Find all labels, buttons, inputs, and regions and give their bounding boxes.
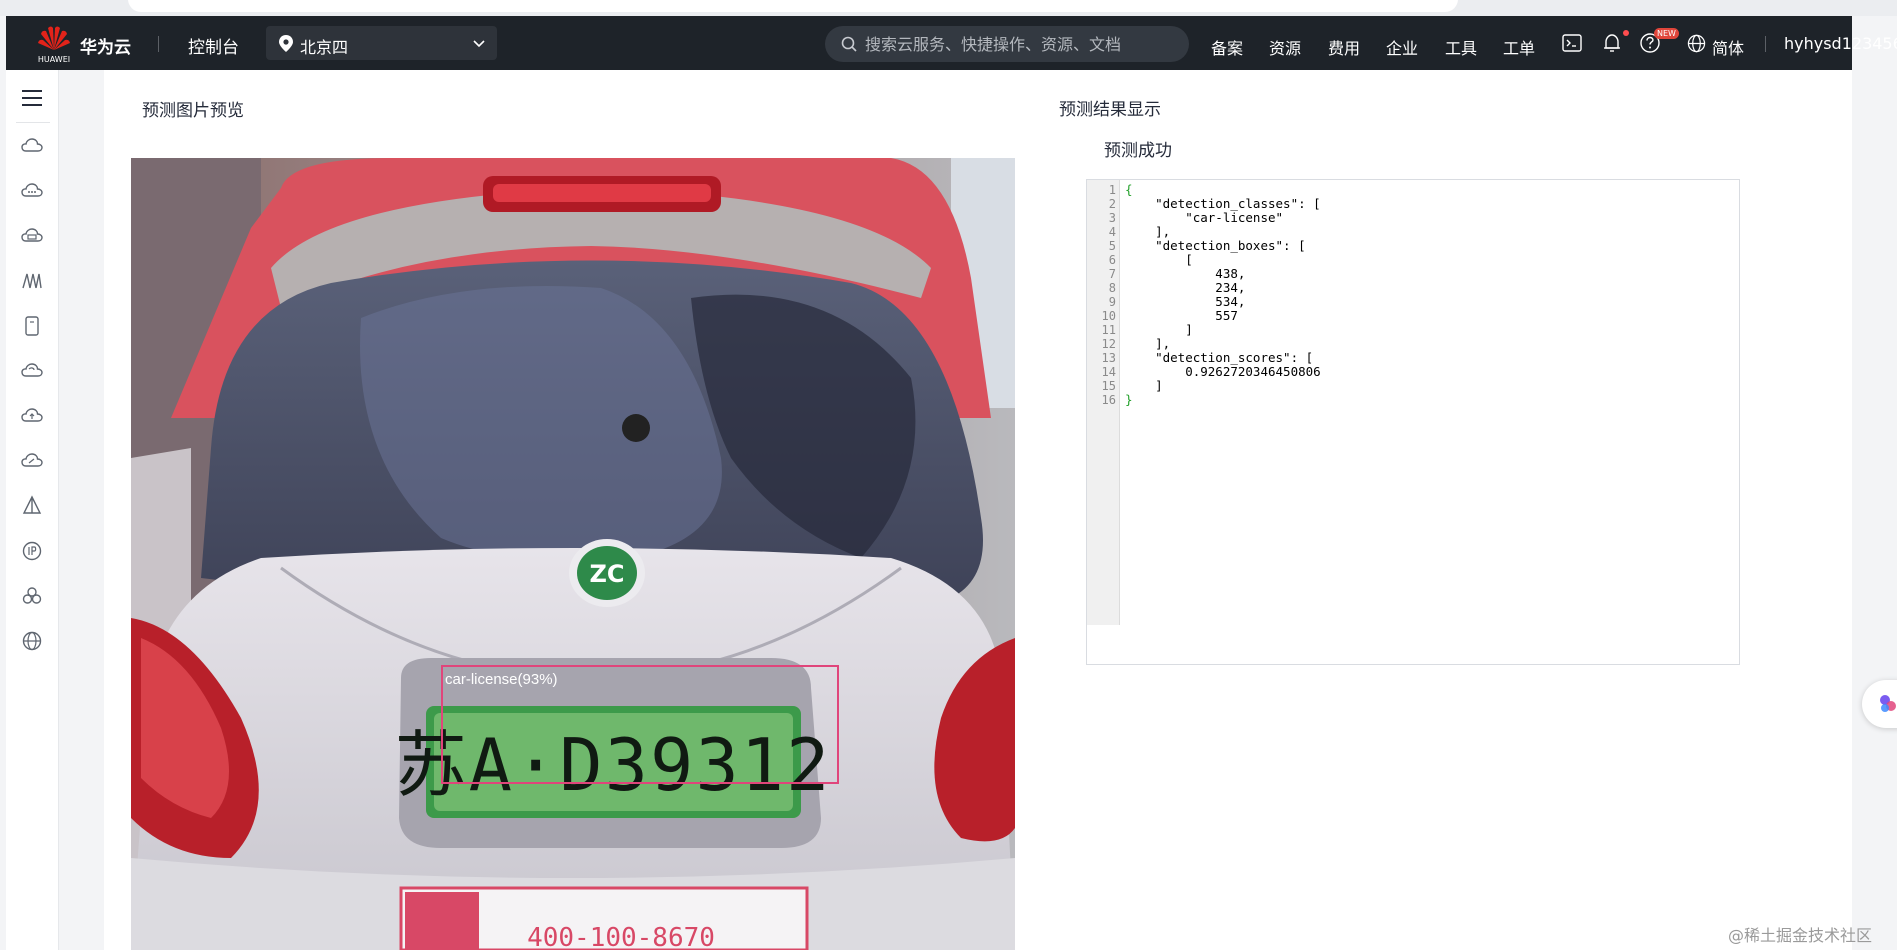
assistant-icon [1880,695,1896,712]
line-number: 4 [1108,225,1116,239]
line-number-gutter: 1 2 3 4 5 6 7 8 9 10 11 12 13 14 15 16 [1087,180,1120,625]
code-line: } [1125,392,1133,407]
nav-divider [158,36,159,52]
huawei-logo[interactable]: HUAWEI [30,24,78,64]
line-number: 12 [1101,337,1116,351]
search-input[interactable] [865,26,1175,62]
line-number: 5 [1108,239,1116,253]
line-number: 2 [1108,197,1116,211]
sidebar-divider [16,122,50,123]
logo-text: HUAWEI [37,55,71,64]
detection-label: car-license(93%) [445,671,558,688]
terminal-icon[interactable] [1561,32,1583,54]
prediction-image: ZC 苏A·D39312 400-100-8670 car-license(93… [131,158,1015,950]
new-badge: NEW [1654,28,1679,39]
code-line: "car-license" [1125,210,1284,225]
huawei-flower-icon [38,26,70,50]
line-number: 9 [1108,295,1116,309]
top-navigation-bar: HUAWEI 华为云 控制台 北京四 备案 资源 费用 企业 工具 工单 [6,16,1897,70]
notification-dot [1623,30,1629,36]
nav-link-tools[interactable]: 工具 [1445,35,1477,59]
menu-icon[interactable] [20,88,44,108]
globe-network-icon[interactable] [20,629,44,653]
hotline-number: 400-100-8670 [527,923,715,950]
ip-icon[interactable] [20,539,44,563]
nav-link-resources[interactable]: 资源 [1269,35,1301,59]
chevron-down-icon [473,40,485,48]
json-result-editor[interactable]: 1 2 3 4 5 6 7 8 9 10 11 12 13 14 15 16 {… [1086,179,1740,665]
console-link[interactable]: 控制台 [188,33,239,58]
prediction-status: 预测成功 [1104,141,1172,161]
code-line: ], [1125,224,1171,239]
global-search[interactable] [825,26,1189,62]
line-number: 16 [1101,393,1116,407]
address-bar[interactable] [128,0,1458,12]
code-line: 438, [1125,266,1246,281]
line-number: 13 [1101,351,1116,365]
nav-divider [1765,36,1766,52]
cloud-icon[interactable] [20,134,44,158]
phone-icon[interactable] [20,314,44,338]
line-number: 11 [1101,323,1116,337]
search-icon [841,36,857,52]
code-line: ] [1125,322,1193,337]
plate-text: 苏A·D39312 [395,723,832,807]
code-line: ] [1125,378,1163,393]
code-line: [ [1125,252,1193,267]
cloud-up-icon[interactable] [20,404,44,428]
location-pin-icon [279,35,293,52]
line-number: 6 [1108,253,1116,267]
line-number: 15 [1101,379,1116,393]
nav-link-tickets[interactable]: 工单 [1503,35,1535,59]
line-number: 1 [1108,183,1116,197]
cloud-swirl-icon[interactable] [20,359,44,383]
floating-assistant-button[interactable] [1862,680,1897,728]
nav-link-enterprise[interactable]: 企业 [1386,35,1418,59]
pyramid-icon[interactable] [20,494,44,518]
code-line: 234, [1125,280,1246,295]
code-line: "detection_boxes": [ [1125,238,1306,253]
code-line: "detection_classes": [ [1125,196,1321,211]
service-sidebar [6,70,59,950]
code-line: 0.9262720346450806 [1125,364,1321,379]
preview-title: 预测图片预览 [142,101,244,121]
line-number: 14 [1101,365,1116,379]
svg-text:ZC: ZC [589,560,624,588]
code-line: ], [1125,336,1171,351]
cluster-icon[interactable] [20,584,44,608]
region-selector[interactable]: 北京四 [266,26,497,60]
cloud-speed-icon[interactable] [20,449,44,473]
result-title: 预测结果显示 [1059,100,1161,120]
globe-icon[interactable] [1687,34,1706,53]
bell-icon[interactable] [1601,32,1623,54]
line-number: 3 [1108,211,1116,225]
browser-toolbar [0,0,1897,16]
brand-name[interactable]: 华为云 [80,33,131,58]
region-label: 北京四 [300,38,349,57]
line-number: 7 [1108,267,1116,281]
code-line: "detection_scores": [ [1125,350,1314,365]
network-icon[interactable] [20,269,44,293]
nav-link-filing[interactable]: 备案 [1211,35,1243,59]
cloud-dots-icon[interactable] [20,179,44,203]
car-rear-photo: ZC 苏A·D39312 400-100-8670 car-license(93… [131,158,1015,950]
main-content: 预测图片预览 预测结果显示 ZC 苏A·D39312 400-100-8670 … [104,70,1852,950]
cloud-box-icon[interactable] [20,224,44,248]
watermark: @稀土掘金技术社区 [1728,926,1873,945]
code-line: { [1125,182,1133,197]
language-selector[interactable]: 简体 [1712,35,1744,59]
line-number: 10 [1101,309,1116,323]
user-account[interactable]: hyhysd123456 [1784,34,1897,53]
code-line: 534, [1125,294,1246,309]
nav-link-billing[interactable]: 费用 [1328,35,1360,59]
line-number: 8 [1108,281,1116,295]
code-line: 557 [1125,308,1238,323]
